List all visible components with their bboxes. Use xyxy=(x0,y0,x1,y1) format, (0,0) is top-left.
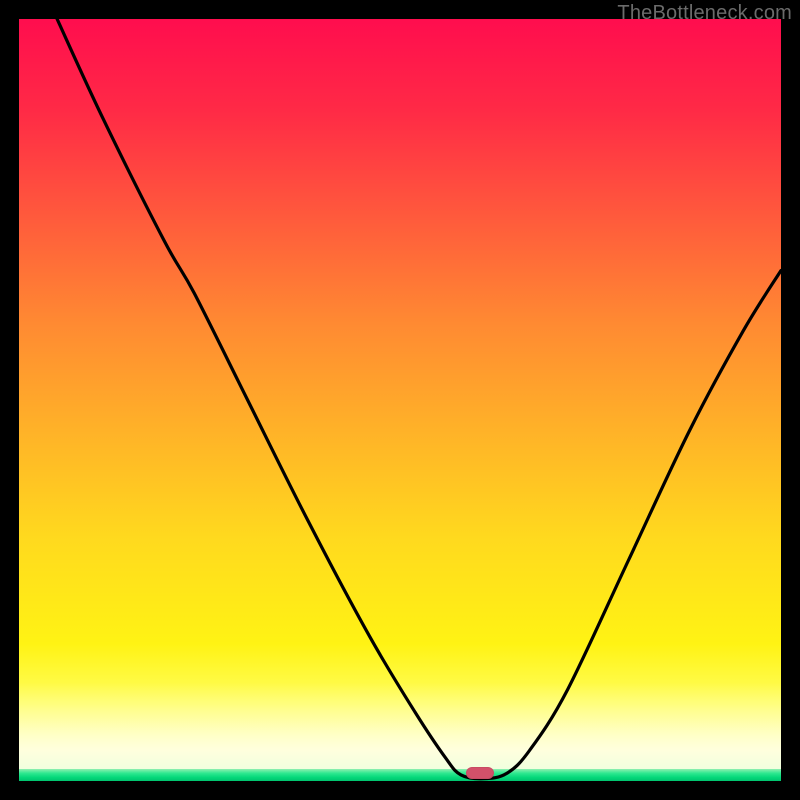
plot-area xyxy=(19,19,781,781)
optimum-marker xyxy=(466,767,494,779)
chart-stage: TheBottleneck.com xyxy=(0,0,800,800)
bottleneck-curve xyxy=(19,19,781,781)
